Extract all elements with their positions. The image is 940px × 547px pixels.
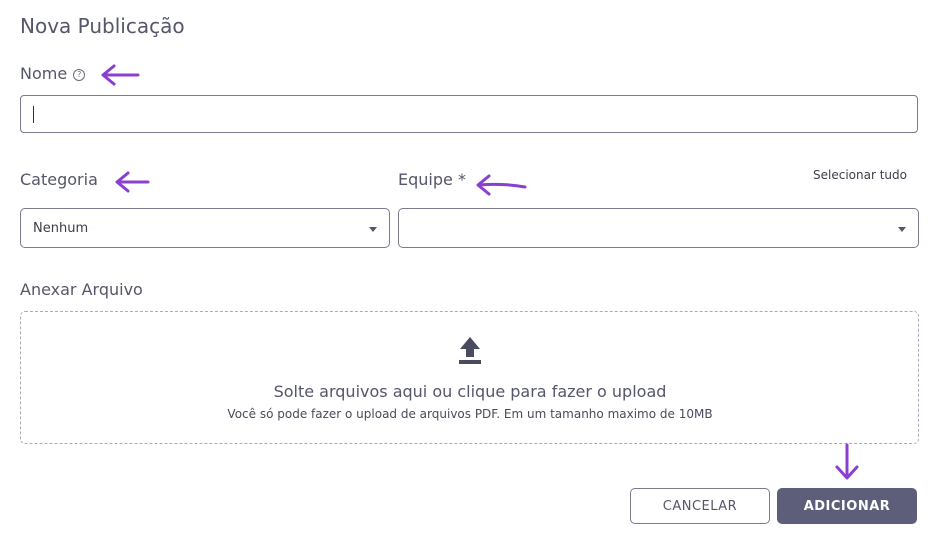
add-button[interactable]: ADICIONAR: [777, 488, 917, 524]
name-label-text: Nome: [20, 64, 68, 83]
attachment-label: Anexar Arquivo: [20, 280, 143, 299]
select-all-link[interactable]: Selecionar tudo: [813, 168, 907, 182]
annotation-arrow-left-icon: [115, 171, 150, 193]
help-circle-icon[interactable]: ?: [73, 69, 86, 81]
annotation-arrow-left-icon: [101, 64, 140, 86]
category-select[interactable]: Nenhum: [20, 208, 390, 248]
dropzone-title: Solte arquivos aqui ou clique para fazer…: [273, 382, 667, 401]
category-select-value: Nenhum: [33, 221, 89, 236]
category-label: Categoria: [20, 170, 98, 189]
file-dropzone[interactable]: [20, 311, 919, 444]
cancel-button[interactable]: CANCELAR: [630, 488, 770, 524]
team-label: Equipe *: [398, 170, 466, 189]
team-select[interactable]: [398, 208, 919, 248]
annotation-arrow-down-icon: [835, 443, 859, 480]
text-caret: [33, 106, 34, 123]
upload-icon: [459, 337, 481, 364]
annotation-arrow-left-icon: [476, 174, 527, 196]
chevron-down-icon: [898, 227, 906, 232]
dropzone-hint: Você só pode fazer o upload de arquivos …: [227, 407, 713, 421]
name-input[interactable]: [20, 95, 918, 133]
chevron-down-icon: [369, 227, 377, 232]
name-label: Nome?: [20, 64, 86, 83]
page-title: Nova Publicação: [20, 14, 185, 38]
